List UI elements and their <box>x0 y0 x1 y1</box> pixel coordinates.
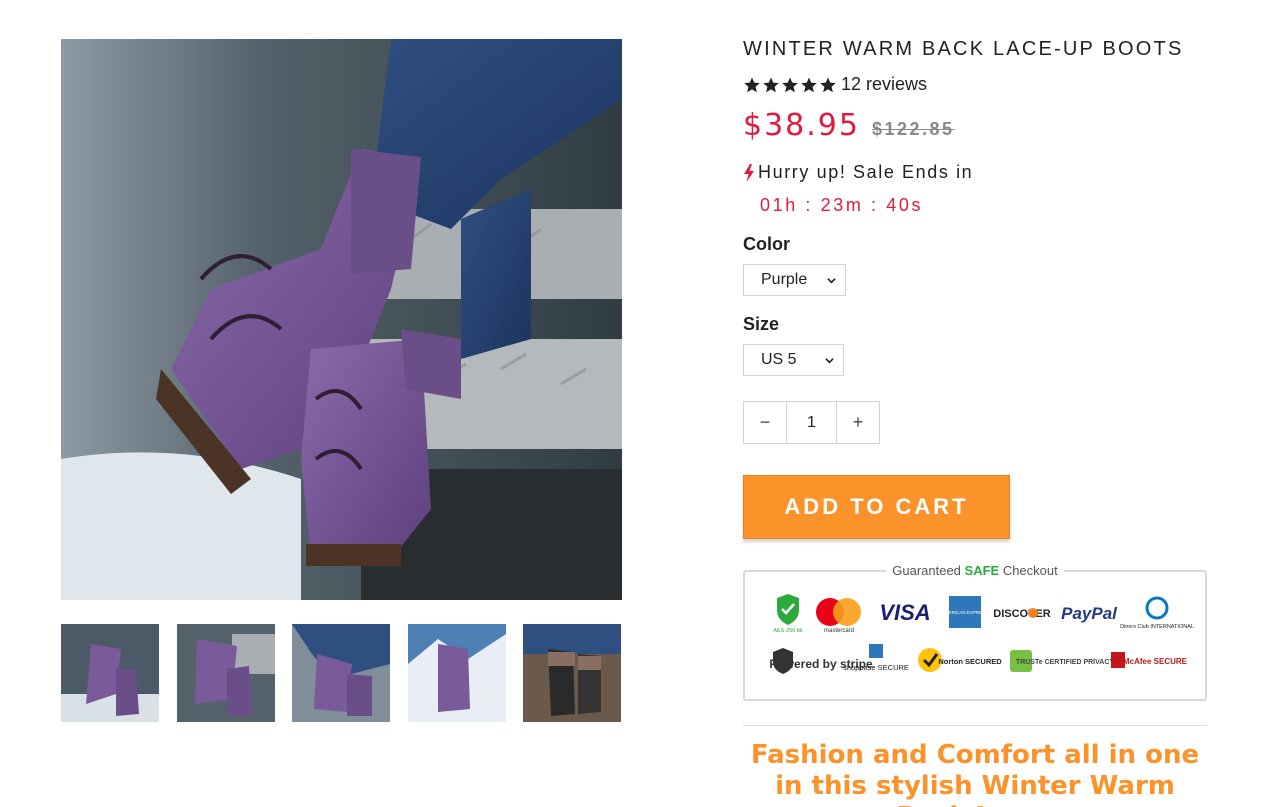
aes-text: AES-256 bit <box>773 628 803 634</box>
color-select-value: Purple <box>761 271 808 288</box>
aes-shield-icon: AES-256 bit <box>773 594 803 634</box>
increase-quantity-button[interactable]: + <box>837 402 879 443</box>
lightning-icon <box>744 163 754 182</box>
thumbnail-3[interactable] <box>292 624 390 722</box>
quantity-stepper: − 1 + <box>743 401 880 444</box>
product-description-heading: Fashion and Comfort all in one in this s… <box>750 740 1200 807</box>
diners-club-logo: Diners Club INTERNATIONAL <box>1120 596 1194 630</box>
mcafee-text: McAfee SECURE <box>1123 657 1188 666</box>
chevron-down-icon <box>827 278 836 284</box>
norton-logo: Norton SECURED <box>918 648 1002 672</box>
mastercard-logo: mastercard <box>816 598 861 634</box>
mastercard-text: mastercard <box>824 628 854 634</box>
discover-text: DISCOVER <box>993 608 1051 620</box>
thumbnail-2[interactable] <box>177 624 275 722</box>
color-select[interactable]: Purple <box>743 264 846 296</box>
payment-logos: AES-256 bit mastercard VISA AMERICAN EXP… <box>769 594 1194 674</box>
star-icon <box>820 77 836 92</box>
star-rating <box>743 76 837 94</box>
size-select-value: US 5 <box>761 351 797 368</box>
star-icon <box>801 77 817 92</box>
compare-price: $122.85 <box>871 119 955 139</box>
divider <box>743 725 1207 726</box>
product-info: WINTER WARM BACK LACE-UP BOOTS 12 review… <box>743 0 1207 807</box>
shopbase-text: shopbase SECURE <box>843 663 909 672</box>
chevron-down-icon <box>825 358 834 364</box>
star-icon <box>763 77 779 92</box>
visa-logo: VISA <box>879 600 930 625</box>
price-row: $38.95 $122.85 <box>743 108 955 143</box>
safe-checkout-badge: Guaranteed SAFE Checkout AES-256 bit mas… <box>743 563 1207 701</box>
thumbnail-5[interactable] <box>523 624 621 722</box>
truste-logo: TRUSTe CERTIFIED PRIVACY <box>1010 650 1114 672</box>
add-to-cart-button[interactable]: ADD TO CART <box>743 475 1010 539</box>
quantity-input[interactable]: 1 <box>786 402 837 443</box>
thumbnail-1[interactable] <box>61 624 159 722</box>
sale-notice: Hurry up! Sale Ends in <box>743 162 973 183</box>
thumbnail-strip <box>61 624 622 722</box>
sale-notice-label: Hurry up! Sale Ends in <box>758 162 974 182</box>
countdown-timer: 01h : 23m : 40s <box>760 195 924 215</box>
sale-price: $38.95 <box>743 108 860 143</box>
color-label: Color <box>743 234 790 254</box>
truste-text: TRUSTe CERTIFIED PRIVACY <box>1016 659 1114 666</box>
paypal-logo: PayPal <box>1061 604 1118 623</box>
star-icon <box>782 77 798 92</box>
diners-club-text: Diners Club INTERNATIONAL <box>1120 624 1194 630</box>
decrease-quantity-button[interactable]: − <box>744 402 786 443</box>
size-select[interactable]: US 5 <box>743 344 844 376</box>
amex-logo: AMERICAN EXPRESS <box>942 596 988 628</box>
product-title: WINTER WARM BACK LACE-UP BOOTS <box>743 38 1184 60</box>
size-label: Size <box>743 314 780 334</box>
discover-logo: DISCOVER <box>993 608 1051 620</box>
reviews-link[interactable]: 12 reviews <box>841 74 927 95</box>
rating-row: 12 reviews <box>743 74 927 95</box>
mcafee-logo: McAfee SECURE <box>1111 652 1188 668</box>
amex-text: AMERICAN EXPRESS <box>942 610 988 615</box>
main-product-image[interactable] <box>61 39 622 600</box>
thumbnail-4[interactable] <box>408 624 506 722</box>
norton-text: Norton SECURED <box>938 657 1002 666</box>
star-icon <box>744 77 760 92</box>
